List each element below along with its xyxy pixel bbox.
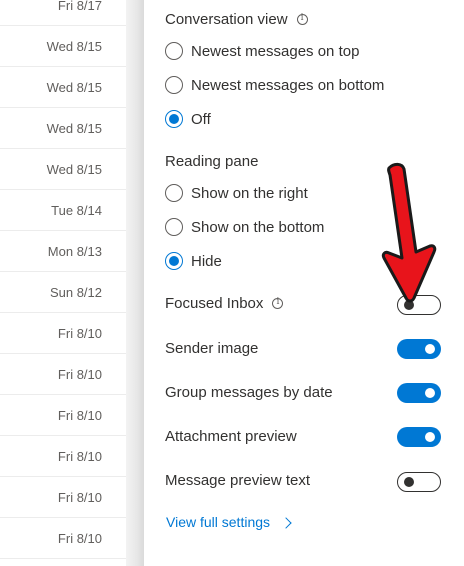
message-date: Wed 8/15 bbox=[46, 162, 102, 177]
list-item[interactable]: Fri 8/10 bbox=[0, 477, 126, 518]
message-date: Mon 8/13 bbox=[47, 244, 102, 259]
reading-pane-title: Reading pane bbox=[165, 153, 259, 170]
annotation-arrow-icon bbox=[381, 162, 437, 303]
radio-newest-on-top[interactable]: Newest messages on top bbox=[165, 40, 359, 62]
radio-label: Show on the right bbox=[191, 184, 308, 202]
toggle-knob bbox=[404, 477, 414, 487]
chevron-right-icon bbox=[280, 516, 292, 529]
message-date: Wed 8/15 bbox=[46, 121, 102, 136]
radio-button[interactable] bbox=[165, 76, 183, 94]
radio-label: Show on the bottom bbox=[191, 218, 325, 236]
radio-button-selected[interactable] bbox=[165, 252, 183, 270]
radio-newest-on-bottom[interactable]: Newest messages on bottom bbox=[165, 74, 384, 96]
message-date: Sun 8/12 bbox=[49, 285, 102, 300]
sender-image-toggle[interactable] bbox=[397, 339, 441, 359]
panel-shadow bbox=[126, 0, 144, 566]
attachment-preview-label: Attachment preview bbox=[165, 428, 297, 445]
radio-label: Off bbox=[191, 110, 211, 128]
reading-pane-heading: Reading pane bbox=[165, 153, 258, 170]
list-item[interactable]: Sun 8/12 bbox=[0, 272, 126, 313]
list-item[interactable]: Fri 8/10 bbox=[0, 395, 126, 436]
view-full-settings-link[interactable]: View full settings bbox=[166, 514, 292, 530]
list-item[interactable]: Wed 8/15 bbox=[0, 149, 126, 190]
message-date: Fri 8/10 bbox=[57, 490, 102, 505]
message-date: Fri 8/10 bbox=[57, 408, 102, 423]
list-item[interactable]: Fri 8/10 bbox=[0, 354, 126, 395]
radio-conversation-off[interactable]: Off bbox=[165, 108, 211, 130]
focused-inbox-label: Focused Inbox bbox=[165, 295, 284, 312]
attachment-preview-toggle[interactable] bbox=[397, 427, 441, 447]
attachment-preview-title: Attachment preview bbox=[165, 428, 297, 445]
radio-button[interactable] bbox=[165, 42, 183, 60]
focused-inbox-title: Focused Inbox bbox=[165, 295, 264, 312]
radio-button[interactable] bbox=[165, 218, 183, 236]
message-date: Tue 8/14 bbox=[51, 203, 102, 218]
radio-label: Newest messages on top bbox=[191, 42, 360, 60]
message-date: Fri 8/10 bbox=[57, 367, 102, 382]
list-item[interactable]: Fri 8/10 bbox=[0, 313, 126, 354]
message-date: Fri 8/10 bbox=[57, 531, 102, 546]
toggle-knob bbox=[425, 388, 435, 398]
toggle-knob bbox=[425, 432, 435, 442]
list-item[interactable]: Wed 8/15 bbox=[0, 108, 126, 149]
message-date: Fri 8/17 bbox=[57, 0, 102, 13]
message-date: Fri 8/10 bbox=[57, 449, 102, 464]
message-date: Fri 8/10 bbox=[57, 326, 102, 341]
list-item[interactable]: Fri 8/17 bbox=[0, 0, 126, 26]
radio-show-bottom[interactable]: Show on the bottom bbox=[165, 216, 324, 238]
list-item[interactable]: Fri 8/10 bbox=[0, 518, 126, 559]
toggle-knob bbox=[425, 344, 435, 354]
info-icon[interactable] bbox=[296, 13, 308, 25]
list-item[interactable]: Fri 8/10 bbox=[0, 436, 126, 477]
message-date: Wed 8/15 bbox=[46, 80, 102, 95]
radio-button[interactable] bbox=[165, 184, 183, 202]
list-item[interactable]: Mon 8/13 bbox=[0, 231, 126, 272]
info-icon[interactable] bbox=[272, 297, 284, 309]
view-full-settings-label: View full settings bbox=[166, 514, 271, 530]
group-by-date-title: Group messages by date bbox=[165, 384, 333, 401]
list-item[interactable]: Tue 8/14 bbox=[0, 190, 126, 231]
radio-label: Hide bbox=[191, 252, 222, 270]
conversation-view-title: Conversation view bbox=[165, 11, 288, 28]
radio-label: Newest messages on bottom bbox=[191, 76, 385, 94]
group-by-date-label: Group messages by date bbox=[165, 384, 333, 401]
list-item[interactable]: Wed 8/15 bbox=[0, 67, 126, 108]
message-list: Fri 8/17 Wed 8/15 Wed 8/15 Wed 8/15 Wed … bbox=[0, 0, 126, 566]
preview-text-label: Message preview text bbox=[165, 472, 310, 489]
preview-text-title: Message preview text bbox=[165, 472, 311, 489]
sender-image-label: Sender image bbox=[165, 340, 258, 357]
radio-show-right[interactable]: Show on the right bbox=[165, 182, 308, 204]
sender-image-title: Sender image bbox=[165, 340, 259, 357]
radio-button-selected[interactable] bbox=[165, 110, 183, 128]
preview-text-toggle[interactable] bbox=[397, 472, 441, 492]
group-by-date-toggle[interactable] bbox=[397, 383, 441, 403]
radio-hide[interactable]: Hide bbox=[165, 250, 222, 272]
message-date: Wed 8/15 bbox=[46, 39, 102, 54]
conversation-view-heading: Conversation view bbox=[165, 11, 308, 28]
list-item[interactable]: Wed 8/15 bbox=[0, 26, 126, 67]
